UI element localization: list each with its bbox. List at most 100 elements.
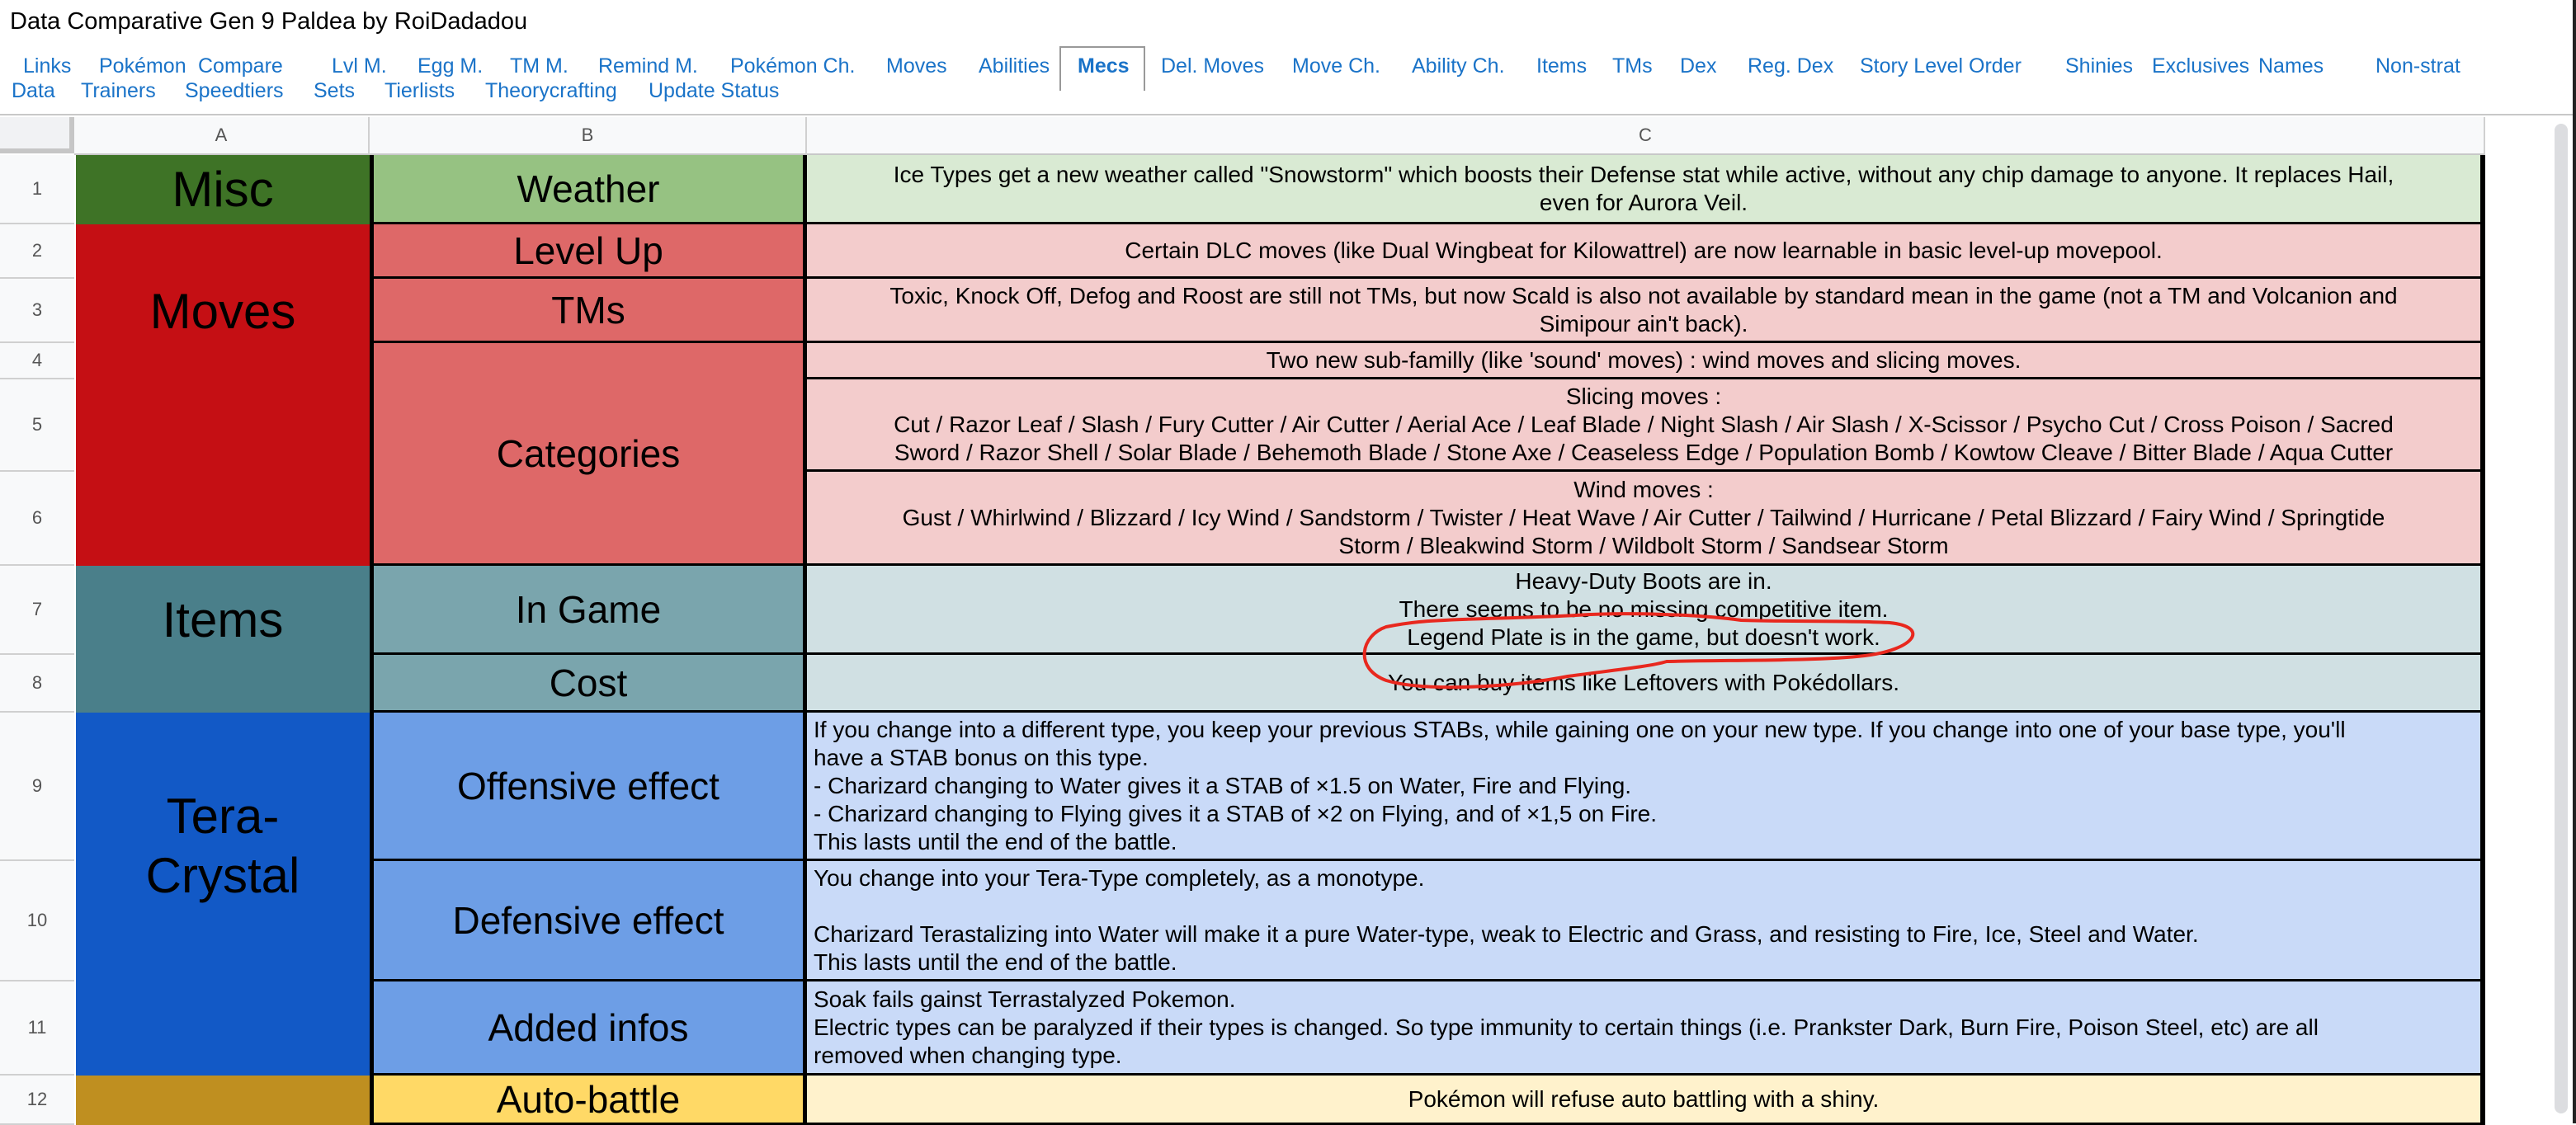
detail-line: - Charizard changing to Water gives it a… — [814, 772, 1632, 798]
detail-line: Wind moves : — [1573, 476, 1714, 502]
row-header-7[interactable]: 7 — [0, 566, 74, 655]
nav-tab-remind-m[interactable]: Remind M. — [598, 54, 698, 78]
nav-tab-lvl-m[interactable]: Lvl M. — [332, 54, 387, 78]
detail-line: Sword / Razor Shell / Solar Blade / Behe… — [894, 439, 2394, 465]
nav-tab-pok-mon-ch[interactable]: Pokémon Ch. — [730, 54, 855, 78]
nav-tab-dex[interactable]: Dex — [1680, 54, 1716, 78]
row-header-12[interactable]: 12 — [0, 1076, 74, 1125]
detail-line: have a STAB bonus on this type. — [814, 744, 1149, 770]
nav-tab-update-status[interactable]: Update Status — [649, 79, 779, 103]
row-header-5[interactable]: 5 — [0, 379, 74, 472]
row-header-6[interactable]: 6 — [0, 472, 74, 566]
subcategory-cell-auto-battle[interactable]: Auto-battle — [370, 1076, 807, 1125]
nav-tab-story-level-order[interactable]: Story Level Order — [1860, 54, 2022, 78]
nav-tab-theorycrafting[interactable]: Theorycrafting — [485, 79, 617, 103]
nav-tab-moves[interactable]: Moves — [886, 54, 947, 78]
nav-tab-reg-dex[interactable]: Reg. Dex — [1748, 54, 1833, 78]
category-cell-moves[interactable]: Moves — [76, 224, 370, 566]
nav-tab-data[interactable]: Data — [12, 79, 55, 103]
detail-cell-row-4[interactable]: Two new sub-familly (like 'sound' moves)… — [807, 343, 2485, 379]
row-header-11[interactable]: 11 — [0, 981, 74, 1076]
detail-cell-row-7[interactable]: Heavy-Duty Boots are in. There seems to b… — [807, 566, 2485, 655]
detail-line: Electric types can be paralyzed if their… — [814, 1014, 2319, 1040]
detail-line: Ice Types get a new weather called "Snow… — [893, 161, 2394, 187]
column-header-a[interactable]: A — [74, 117, 370, 155]
nav-tab-tms[interactable]: TMs — [1612, 54, 1653, 78]
row-header-9[interactable]: 9 — [0, 713, 74, 861]
spreadsheet-grid: A B C 1 2 3 4 5 6 7 8 9 10 11 12 Misc Moves Items Tera-… — [0, 114, 2576, 1125]
column-header-c[interactable]: C — [807, 117, 2485, 155]
nav-tab-abilities[interactable]: Abilities — [979, 54, 1050, 78]
active-tab-outline — [1059, 46, 1145, 91]
row-header-2[interactable]: 2 — [0, 224, 74, 279]
nav-tab-speedtiers[interactable]: Speedtiers — [185, 79, 284, 103]
detail-line: Cut / Razor Leaf / Slash / Fury Cutter /… — [894, 411, 2394, 437]
nav-tab-egg-m[interactable]: Egg M. — [418, 54, 483, 78]
nav-tab-pok-mon[interactable]: Pokémon — [99, 54, 186, 78]
subcategory-cell-level-up[interactable]: Level Up — [370, 224, 807, 279]
subcategory-cell-weather[interactable]: Weather — [370, 155, 807, 224]
detail-line: You can buy items like Leftovers with Po… — [1388, 669, 1899, 695]
detail-cell-row-10[interactable]: You change into your Tera-Type completel… — [807, 861, 2485, 981]
detail-line: Certain DLC moves (like Dual Wingbeat fo… — [1125, 237, 2163, 263]
row-header-10[interactable]: 10 — [0, 861, 74, 981]
row-header-3[interactable]: 3 — [0, 279, 74, 343]
nav-tab-move-ch[interactable]: Move Ch. — [1292, 54, 1380, 78]
nav-tab-non-strat[interactable]: Non-strat — [2375, 54, 2460, 78]
detail-line: Storm / Bleakwind Storm / Wildbolt Storm… — [1338, 532, 1949, 558]
category-cell-items[interactable]: Items — [76, 566, 370, 713]
detail-cell-row-9[interactable]: If you change into a different type, you… — [807, 713, 2485, 861]
nav-tab-del-moves[interactable]: Del. Moves — [1161, 54, 1264, 78]
detail-line: There seems to be no missing competitive… — [1399, 595, 1889, 622]
detail-line: removed when changing type. — [814, 1042, 1122, 1068]
detail-line: This lasts until the end of the battle. — [814, 948, 1177, 975]
nav-tab-ability-ch[interactable]: Ability Ch. — [1412, 54, 1505, 78]
detail-line: - Charizard changing to Flying gives it … — [814, 800, 1658, 826]
nav-tab-compare[interactable]: Compare — [198, 54, 283, 78]
nav-tab-shinies[interactable]: Shinies — [2065, 54, 2133, 78]
detail-line: Heavy-Duty Boots are in. — [1515, 567, 1772, 594]
vertical-scrollbar-thumb[interactable] — [2555, 124, 2568, 1113]
category-cell-misc[interactable]: Misc — [76, 155, 370, 224]
nav-tab-trainers[interactable]: Trainers — [81, 79, 156, 103]
detail-line: Pokémon will refuse auto battling with a… — [1408, 1085, 1880, 1112]
detail-line: If you change into a different type, you… — [814, 716, 2346, 742]
subcategory-cell-categories[interactable]: Categories — [370, 343, 807, 566]
nav-tab-exclusives[interactable]: Exclusives — [2152, 54, 2249, 78]
nav-tab-links[interactable]: Links — [23, 54, 71, 78]
detail-cell-row-6[interactable]: Wind moves : Gust / Whirlwind / Blizzard … — [807, 472, 2485, 566]
nav-tab-tm-m[interactable]: TM M. — [510, 54, 569, 78]
subcategory-cell-offensive-effect[interactable]: Offensive effect — [370, 713, 807, 861]
nav-tab-sets[interactable]: Sets — [314, 79, 355, 103]
nav-tab-items[interactable]: Items — [1536, 54, 1587, 78]
detail-line — [814, 892, 2474, 920]
subcategory-cell-tms[interactable]: TMs — [370, 279, 807, 343]
row-header-8[interactable]: 8 — [0, 655, 74, 713]
row-header-1[interactable]: 1 — [0, 155, 74, 224]
subcategory-cell-added-infos[interactable]: Added infos — [370, 981, 807, 1076]
subcategory-cell-in-game[interactable]: In Game — [370, 566, 807, 655]
subcategory-cell-cost[interactable]: Cost — [370, 655, 807, 713]
detail-cell-row-5[interactable]: Slicing moves : Cut / Razor Leaf / Slash … — [807, 379, 2485, 472]
column-header-b[interactable]: B — [370, 117, 807, 155]
select-all-corner[interactable] — [0, 117, 74, 153]
row-header-4[interactable]: 4 — [0, 343, 74, 379]
detail-cell-row-2[interactable]: Certain DLC moves (like Dual Wingbeat fo… — [807, 224, 2485, 279]
detail-line: Legend Plate is in the game, but doesn't… — [1407, 624, 1880, 650]
nav-tab-tierlists[interactable]: Tierlists — [385, 79, 455, 103]
detail-line: This lasts until the end of the battle. — [814, 828, 1177, 854]
window-edge — [2573, 0, 2576, 1123]
detail-cell-row-8[interactable]: You can buy items like Leftovers with Po… — [807, 655, 2485, 713]
detail-line: Toxic, Knock Off, Defog and Roost are st… — [889, 282, 2398, 308]
subcategory-cell-defensive-effect[interactable]: Defensive effect — [370, 861, 807, 981]
detail-cell-row-1[interactable]: Ice Types get a new weather called "Snow… — [807, 155, 2485, 224]
detail-cell-row-12[interactable]: Pokémon will refuse auto battling with a… — [807, 1076, 2485, 1125]
detail-cell-row-11[interactable]: Soak fails gainst Terrastalyzed Pokemon.… — [807, 981, 2485, 1076]
detail-line: Simipour ain't back). — [1539, 310, 1748, 337]
detail-cell-row-3[interactable]: Toxic, Knock Off, Defog and Roost are st… — [807, 279, 2485, 343]
category-cell-auto[interactable] — [76, 1076, 370, 1125]
nav-tab-names[interactable]: Names — [2258, 54, 2324, 78]
spreadsheet-title: Data Comparative Gen 9 Paldea by RoiDada… — [10, 8, 528, 35]
category-cell-tera-crystal[interactable]: Tera- Crystal — [76, 713, 370, 1076]
detail-line: Soak fails gainst Terrastalyzed Pokemon. — [814, 986, 1236, 1012]
